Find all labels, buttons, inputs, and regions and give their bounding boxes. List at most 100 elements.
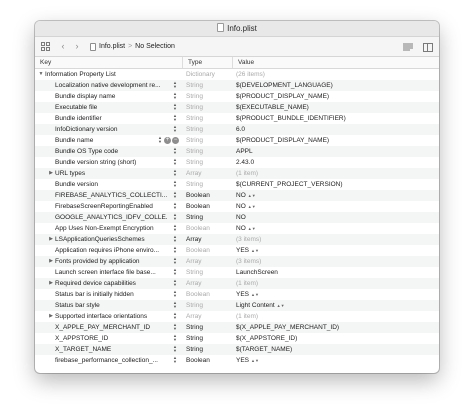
row-type-cell[interactable]: Boolean bbox=[182, 190, 232, 201]
table-row[interactable]: ▶ LSApplicationQueriesSchemes ▲ ▼ Array (3 it… bbox=[35, 234, 439, 245]
key-stepper-icon[interactable]: ▲ ▼ bbox=[172, 345, 178, 354]
row-value-cell[interactable]: $(CURRENT_PROJECT_VERSION) bbox=[232, 179, 439, 190]
table-row[interactable]: ▶ URL types ▲ ▼ Array (1 item) bbox=[35, 168, 439, 179]
breadcrumb-file[interactable]: Info.plist bbox=[99, 43, 125, 50]
row-value-cell[interactable]: NO ▲▼ bbox=[232, 223, 439, 234]
row-value-cell[interactable]: NO bbox=[232, 212, 439, 223]
row-value-cell[interactable]: (3 items) bbox=[232, 256, 439, 267]
row-key-cell[interactable]: GOOGLE_ANALYTICS_IDFV_COLLE... ▲ ▼ bbox=[35, 212, 182, 223]
row-type-cell[interactable]: Array bbox=[182, 168, 232, 179]
table-row[interactable]: InfoDictionary version ▲ ▼ String 6.0 bbox=[35, 124, 439, 135]
row-key-cell[interactable]: Launch screen interface file base... ▲ ▼ bbox=[35, 267, 182, 278]
row-value-cell[interactable]: APPL bbox=[232, 146, 439, 157]
table-row[interactable]: App Uses Non-Exempt Encryption ▲ ▼ Boolean N… bbox=[35, 223, 439, 234]
row-type-cell[interactable]: Boolean bbox=[182, 223, 232, 234]
breadcrumb-selection[interactable]: No Selection bbox=[135, 43, 175, 50]
row-type-cell[interactable]: String bbox=[182, 146, 232, 157]
row-key-cell[interactable]: App Uses Non-Exempt Encryption ▲ ▼ bbox=[35, 223, 182, 234]
key-stepper-icon[interactable]: ▲ ▼ bbox=[172, 103, 178, 112]
row-type-cell[interactable]: String bbox=[182, 344, 232, 355]
row-type-cell[interactable]: Boolean bbox=[182, 289, 232, 300]
row-type-cell[interactable]: Boolean bbox=[182, 245, 232, 256]
key-stepper-icon[interactable]: ▲ ▼ bbox=[172, 356, 178, 365]
row-type-cell[interactable]: String bbox=[182, 212, 232, 223]
table-row[interactable]: X_APPLE_PAY_MERCHANT_ID ▲ ▼ String $(X_APPLE… bbox=[35, 322, 439, 333]
row-key-cell[interactable]: ▶ LSApplicationQueriesSchemes ▲ ▼ bbox=[35, 234, 182, 245]
editor-options-lines-icon[interactable] bbox=[401, 40, 415, 54]
row-key-cell[interactable]: Bundle OS Type code ▲ ▼ bbox=[35, 146, 182, 157]
table-row[interactable]: Localization native development re... ▲ ▼ S… bbox=[35, 80, 439, 91]
key-stepper-icon[interactable]: ▲ ▼ bbox=[172, 180, 178, 189]
key-stepper-icon[interactable]: ▲ ▼ bbox=[172, 169, 178, 178]
key-stepper-icon[interactable]: ▲ ▼ bbox=[172, 246, 178, 255]
row-value-cell[interactable]: LaunchScreen bbox=[232, 267, 439, 278]
table-row[interactable]: Bundle display name ▲ ▼ String $(PRODUCT_DIS… bbox=[35, 91, 439, 102]
disclosure-expanded-icon[interactable]: ▼ bbox=[38, 69, 44, 80]
table-row[interactable]: Bundle identifier ▲ ▼ String $(PRODUCT_BUNDL… bbox=[35, 113, 439, 124]
table-row[interactable]: Bundle version string (short) ▲ ▼ String 2.4… bbox=[35, 157, 439, 168]
row-key-cell[interactable]: Executable file ▲ ▼ bbox=[35, 102, 182, 113]
row-type-cell[interactable]: Array bbox=[182, 311, 232, 322]
row-key-cell[interactable]: Localization native development re... ▲ ▼ bbox=[35, 80, 182, 91]
table-row[interactable]: Status bar style ▲ ▼ String Light Content ▲▼ bbox=[35, 300, 439, 311]
table-row[interactable]: ▶ Fonts provided by application ▲ ▼ Array (3 … bbox=[35, 256, 439, 267]
row-type-cell[interactable]: String bbox=[182, 157, 232, 168]
table-row[interactable]: ▶ Required device capabilities ▲ ▼ Array (1 i… bbox=[35, 278, 439, 289]
table-row[interactable]: firebase_performance_collection_... ▲ ▼ Boo… bbox=[35, 355, 439, 366]
row-key-cell[interactable]: X_APPSTORE_ID ▲ ▼ bbox=[35, 333, 182, 344]
row-value-cell[interactable]: 2.43.0 bbox=[232, 157, 439, 168]
row-type-cell[interactable]: String bbox=[182, 267, 232, 278]
table-row[interactable]: Bundle version ▲ ▼ String $(CURRENT_PROJECT_… bbox=[35, 179, 439, 190]
row-type-cell[interactable]: String bbox=[182, 102, 232, 113]
row-type-cell[interactable]: String bbox=[182, 135, 232, 146]
row-key-cell[interactable]: Status bar style ▲ ▼ bbox=[35, 300, 182, 311]
row-key-cell[interactable]: ▶ Required device capabilities ▲ ▼ bbox=[35, 278, 182, 289]
table-row[interactable]: X_APPSTORE_ID ▲ ▼ String $(X_APPSTORE_ID) bbox=[35, 333, 439, 344]
value-popup-arrows-icon[interactable]: ▲▼ bbox=[248, 226, 256, 231]
key-stepper-icon[interactable]: ▲ ▼ bbox=[172, 114, 178, 123]
key-stepper-icon[interactable]: ▲ ▼ bbox=[172, 81, 178, 90]
key-stepper-icon[interactable]: ▲ ▼ bbox=[172, 301, 178, 310]
key-stepper-icon[interactable]: ▲ ▼ bbox=[172, 268, 178, 277]
row-value-cell[interactable]: Light Content ▲▼ bbox=[232, 300, 439, 311]
row-value-cell[interactable]: $(TARGET_NAME) bbox=[232, 344, 439, 355]
row-value-cell[interactable]: $(X_APPSTORE_ID) bbox=[232, 333, 439, 344]
back-chevron-icon[interactable]: ‹ bbox=[56, 40, 70, 54]
value-popup-arrows-icon[interactable]: ▲▼ bbox=[248, 193, 256, 198]
row-key-cell[interactable]: ▶ Supported interface orientations ▲ ▼ bbox=[35, 311, 182, 322]
table-row[interactable]: Launch screen interface file base... ▲ ▼ St… bbox=[35, 267, 439, 278]
value-popup-arrows-icon[interactable]: ▲▼ bbox=[277, 303, 285, 308]
row-key-cell[interactable]: X_TARGET_NAME ▲ ▼ bbox=[35, 344, 182, 355]
key-stepper-icon[interactable]: ▲ ▼ bbox=[172, 224, 178, 233]
row-type-cell[interactable]: Dictionary bbox=[182, 69, 232, 80]
disclosure-collapsed-icon[interactable]: ▶ bbox=[48, 311, 54, 322]
row-value-cell[interactable]: (1 item) bbox=[232, 168, 439, 179]
key-stepper-icon[interactable]: ▲ ▼ bbox=[172, 125, 178, 134]
key-stepper-icon[interactable]: ▲ ▼ bbox=[172, 279, 178, 288]
table-row[interactable]: Status bar is initially hidden ▲ ▼ Boolean Y… bbox=[35, 289, 439, 300]
key-stepper-icon[interactable]: ▲ ▼ bbox=[172, 334, 178, 343]
column-header-value[interactable]: Value bbox=[232, 57, 439, 68]
row-key-cell[interactable]: Bundle version ▲ ▼ bbox=[35, 179, 182, 190]
remove-row-icon[interactable]: − bbox=[172, 136, 179, 144]
row-type-cell[interactable]: String bbox=[182, 113, 232, 124]
row-key-cell[interactable]: X_APPLE_PAY_MERCHANT_ID ▲ ▼ bbox=[35, 322, 182, 333]
row-key-cell[interactable]: FIREBASE_ANALYTICS_COLLECTI... ▲ ▼ bbox=[35, 190, 182, 201]
value-popup-arrows-icon[interactable]: ▲▼ bbox=[251, 292, 259, 297]
row-type-cell[interactable]: String bbox=[182, 300, 232, 311]
table-row[interactable]: GOOGLE_ANALYTICS_IDFV_COLLE... ▲ ▼ String NO bbox=[35, 212, 439, 223]
table-row[interactable]: Application requires iPhone enviro... ▲ ▼ B… bbox=[35, 245, 439, 256]
disclosure-collapsed-icon[interactable]: ▶ bbox=[48, 278, 54, 289]
value-popup-arrows-icon[interactable]: ▲▼ bbox=[251, 358, 259, 363]
table-row[interactable]: Bundle name ▲ ▼ + − String $(PRODUCT_DISPLAY_N… bbox=[35, 135, 439, 146]
row-type-cell[interactable]: String bbox=[182, 124, 232, 135]
key-stepper-icon[interactable]: ▲ ▼ bbox=[157, 136, 163, 144]
row-type-cell[interactable]: Array bbox=[182, 278, 232, 289]
row-value-cell[interactable]: $(PRODUCT_DISPLAY_NAME) bbox=[232, 91, 439, 102]
table-row[interactable]: FirebaseScreenReportingEnabled ▲ ▼ Boolean N… bbox=[35, 201, 439, 212]
key-stepper-icon[interactable]: ▲ ▼ bbox=[172, 92, 178, 101]
row-value-cell[interactable]: $(DEVELOPMENT_LANGUAGE) bbox=[232, 80, 439, 91]
add-row-icon[interactable]: + bbox=[164, 136, 171, 144]
row-key-cell[interactable]: ▼ Information Property List bbox=[35, 69, 182, 80]
key-stepper-icon[interactable]: ▲ ▼ bbox=[172, 202, 178, 211]
